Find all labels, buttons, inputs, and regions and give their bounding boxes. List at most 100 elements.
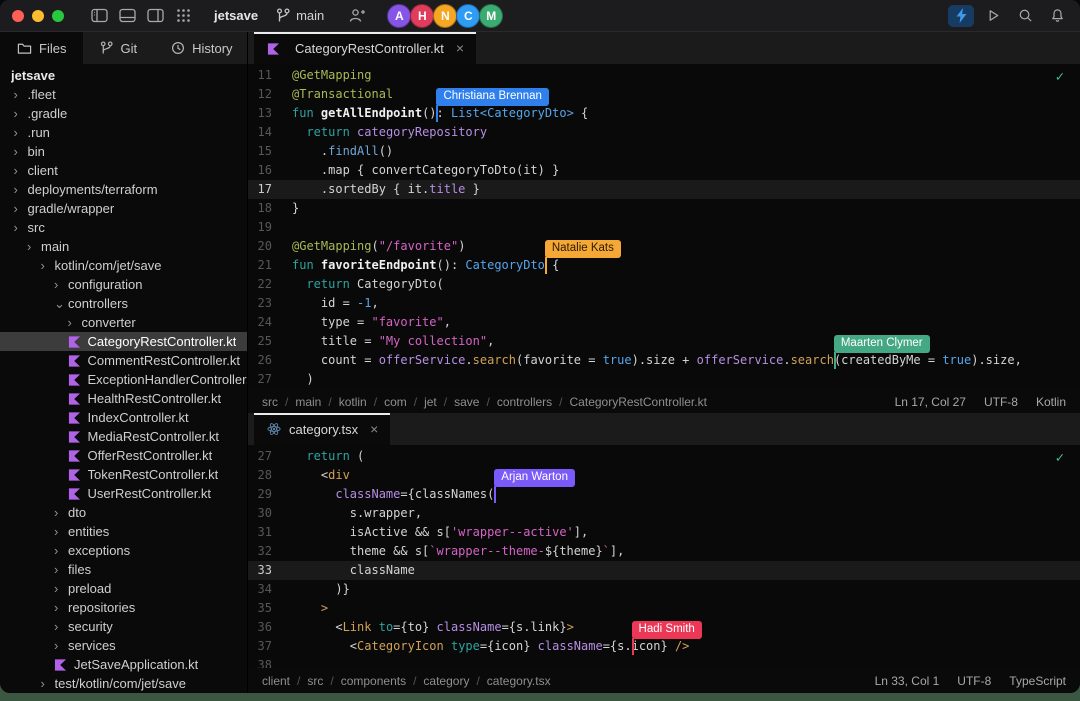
invite-collaborator-icon[interactable] <box>344 5 370 27</box>
breadcrumb-segment[interactable]: kotlin <box>339 395 367 409</box>
toggle-bottom-panel-icon[interactable] <box>114 5 140 27</box>
tree-item-kotlin-com-jet-save[interactable]: ›kotlin/com/jet/save <box>0 256 247 275</box>
code-line-23[interactable]: 23 id = -1, <box>248 294 1080 313</box>
tree-item-entities[interactable]: ›entities <box>0 522 247 541</box>
file-language[interactable]: Kotlin <box>1036 395 1066 409</box>
zoom-window-button[interactable] <box>52 10 64 22</box>
file-encoding[interactable]: UTF-8 <box>957 674 991 688</box>
branch-selector[interactable]: main <box>276 8 324 23</box>
inspection-check-icon[interactable]: ✓ <box>1056 450 1064 466</box>
tree-item-deployments-terraform[interactable]: ›deployments/terraform <box>0 180 247 199</box>
code-line-19[interactable]: 19 <box>248 218 1080 237</box>
notifications-bell-icon[interactable] <box>1044 5 1070 27</box>
tree-item-services[interactable]: ›services <box>0 636 247 655</box>
code-line-18[interactable]: 18} <box>248 199 1080 218</box>
code-area[interactable]: ✓ 27 return (28 <div29 className={classN… <box>248 445 1080 668</box>
breadcrumb-segment[interactable]: save <box>454 395 479 409</box>
breadcrumb-segment[interactable]: CategoryRestController.kt <box>570 395 707 409</box>
code-line-15[interactable]: 15 .findAll() <box>248 142 1080 161</box>
tree-item--fleet[interactable]: ›.fleet <box>0 85 247 104</box>
tree-item-repositories[interactable]: ›repositories <box>0 598 247 617</box>
search-icon[interactable] <box>1012 5 1038 27</box>
avatar-m[interactable]: M <box>479 4 503 28</box>
avatar-n[interactable]: N <box>433 4 457 28</box>
tree-item-jetsaveapplication-kt[interactable]: JetSaveApplication.kt <box>0 655 247 674</box>
breadcrumb-segment[interactable]: controllers <box>497 395 552 409</box>
tree-item-bin[interactable]: ›bin <box>0 142 247 161</box>
code-line-34[interactable]: 34 )} <box>248 580 1080 599</box>
code-line-13[interactable]: 13fun getAllEndpoint(): List<CategoryDto… <box>248 104 1080 123</box>
tree-item-offerrestcontroller-kt[interactable]: OfferRestController.kt <box>0 446 247 465</box>
tree-item-configuration[interactable]: ›configuration <box>0 275 247 294</box>
tree-item-commentrestcontroller-kt[interactable]: CommentRestController.kt <box>0 351 247 370</box>
code-line-21[interactable]: 21fun favoriteEndpoint(): CategoryDto {N… <box>248 256 1080 275</box>
breadcrumb-segment[interactable]: components <box>341 674 406 688</box>
tree-item-tokenrestcontroller-kt[interactable]: TokenRestController.kt <box>0 465 247 484</box>
breadcrumb-segment[interactable]: src <box>262 395 278 409</box>
tree-item-preload[interactable]: ›preload <box>0 579 247 598</box>
caret-position[interactable]: Ln 17, Col 27 <box>895 395 966 409</box>
file-language[interactable]: TypeScript <box>1009 674 1066 688</box>
tree-item-userrestcontroller-kt[interactable]: UserRestController.kt <box>0 484 247 503</box>
code-line-11[interactable]: 11@GetMapping <box>248 66 1080 85</box>
tree-item-src[interactable]: ›src <box>0 218 247 237</box>
tree-item-controllers[interactable]: ⌄controllers <box>0 294 247 313</box>
code-line-37[interactable]: 37 <CategoryIcon type={icon} className={… <box>248 637 1080 656</box>
tree-item-exceptions[interactable]: ›exceptions <box>0 541 247 560</box>
tab-history[interactable]: History <box>154 32 249 64</box>
code-line-20[interactable]: 20@GetMapping("/favorite") <box>248 237 1080 256</box>
tree-item-categoryrestcontroller-kt[interactable]: CategoryRestController.kt <box>0 332 247 351</box>
breadcrumb-segment[interactable]: client <box>262 674 290 688</box>
tree-item-gradle-wrapper[interactable]: ›gradle/wrapper <box>0 199 247 218</box>
avatar-a[interactable]: A <box>387 4 411 28</box>
tree-item-files[interactable]: ›files <box>0 560 247 579</box>
code-line-27[interactable]: 27 return ( <box>248 447 1080 466</box>
tree-item-dto[interactable]: ›dto <box>0 503 247 522</box>
breadcrumb-segment[interactable]: com <box>384 395 407 409</box>
tree-item--gradle[interactable]: ›.gradle <box>0 104 247 123</box>
tree-item-jetsave[interactable]: jetsave <box>0 66 247 85</box>
code-line-12[interactable]: 12@Transactional <box>248 85 1080 104</box>
code-line-28[interactable]: 28 <div <box>248 466 1080 485</box>
breadcrumb-segment[interactable]: category <box>423 674 469 688</box>
tab-files[interactable]: Files <box>0 32 83 64</box>
tab-categoryrestcontroller-kt[interactable]: CategoryRestController.kt × <box>254 32 476 64</box>
tree-item-mediarestcontroller-kt[interactable]: MediaRestController.kt <box>0 427 247 446</box>
code-area[interactable]: ✓ 11@GetMapping12@Transactional13fun get… <box>248 64 1080 390</box>
code-line-14[interactable]: 14 return categoryRepository <box>248 123 1080 142</box>
project-name[interactable]: jetsave <box>214 8 258 23</box>
code-line-33[interactable]: 33 className <box>248 561 1080 580</box>
code-line-24[interactable]: 24 type = "favorite", <box>248 313 1080 332</box>
code-line-32[interactable]: 32 theme && s[`wrapper--theme-${theme}`]… <box>248 542 1080 561</box>
code-line-29[interactable]: 29 className={classNames(Arjan Warton <box>248 485 1080 504</box>
code-line-25[interactable]: 25 title = "My collection", <box>248 332 1080 351</box>
minimize-window-button[interactable] <box>32 10 44 22</box>
breadcrumb-segment[interactable]: main <box>295 395 321 409</box>
file-encoding[interactable]: UTF-8 <box>984 395 1018 409</box>
tree-item-security[interactable]: ›security <box>0 617 247 636</box>
inspection-check-icon[interactable]: ✓ <box>1056 69 1064 85</box>
avatar-c[interactable]: C <box>456 4 480 28</box>
tree-item-indexcontroller-kt[interactable]: IndexController.kt <box>0 408 247 427</box>
tree-item-exceptionhandlercontroller-kt[interactable]: ExceptionHandlerController.kt <box>0 370 247 389</box>
tab-git[interactable]: Git <box>83 32 154 64</box>
code-line-16[interactable]: 16 .map { convertCategoryToDto(it) } <box>248 161 1080 180</box>
tab-category-tsx[interactable]: category.tsx × <box>254 413 390 445</box>
toggle-right-panel-icon[interactable] <box>142 5 168 27</box>
tree-item-converter[interactable]: ›converter <box>0 313 247 332</box>
tree-item-client[interactable]: ›client <box>0 161 247 180</box>
code-line-31[interactable]: 31 isActive && s['wrapper--active'], <box>248 523 1080 542</box>
toggle-left-panel-icon[interactable] <box>86 5 112 27</box>
breadcrumb-segment[interactable]: src <box>307 674 323 688</box>
quick-actions-bolt-icon[interactable] <box>948 5 974 27</box>
breadcrumb-segment[interactable]: jet <box>424 395 437 409</box>
tree-item-main[interactable]: ›main <box>0 237 247 256</box>
close-tab-icon[interactable]: × <box>456 40 464 56</box>
code-line-26[interactable]: 26 count = offerService.search(favorite … <box>248 351 1080 370</box>
code-line-27[interactable]: 27 ) <box>248 370 1080 389</box>
code-line-38[interactable]: 38 <box>248 656 1080 668</box>
tree-item-healthrestcontroller-kt[interactable]: HealthRestController.kt <box>0 389 247 408</box>
tree-item--run[interactable]: ›.run <box>0 123 247 142</box>
code-line-22[interactable]: 22 return CategoryDto( <box>248 275 1080 294</box>
app-grid-icon[interactable] <box>170 5 196 27</box>
